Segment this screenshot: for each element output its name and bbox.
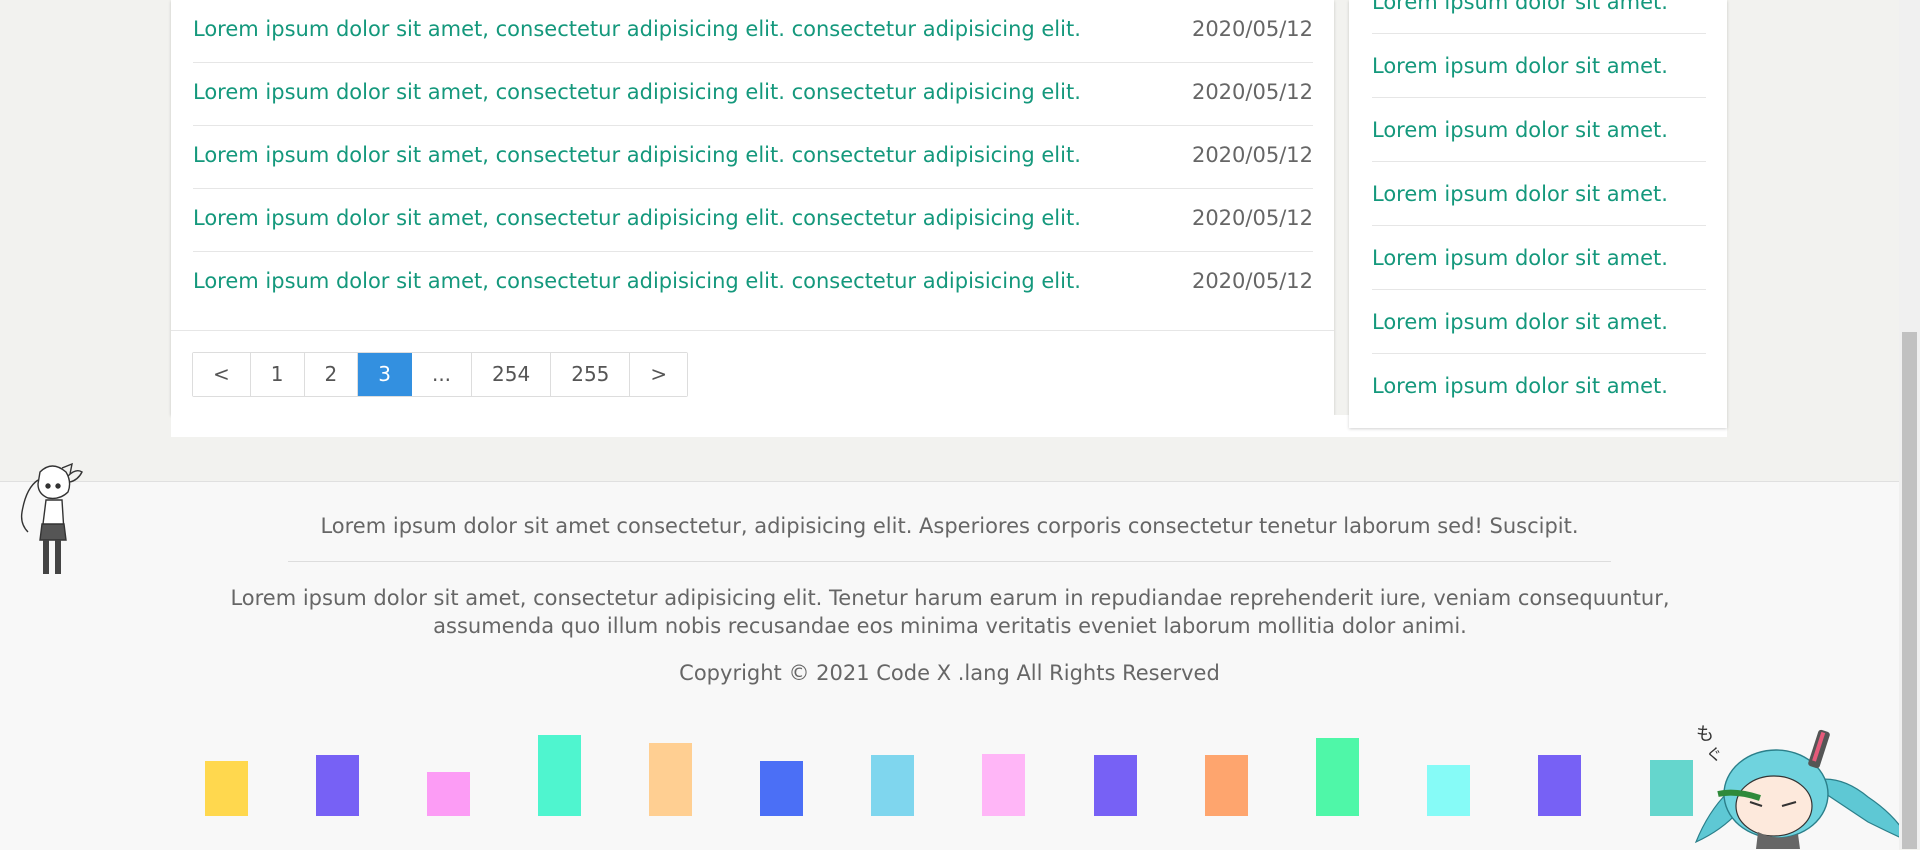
sidebar-link[interactable]: Lorem ipsum dolor sit amet. xyxy=(1372,54,1668,78)
site-footer: Lorem ipsum dolor sit amet consectetur, … xyxy=(0,481,1899,850)
article-title-link[interactable]: Lorem ipsum dolor sit amet, consectetur … xyxy=(193,17,1081,41)
page-ellipsis: ... xyxy=(411,353,473,396)
page-button-3-current[interactable]: 3 xyxy=(358,353,412,396)
color-bar xyxy=(1205,755,1248,816)
next-page-button[interactable]: > xyxy=(630,353,688,396)
article-date: 2020/05/12 xyxy=(1191,206,1313,230)
page-scrollbar-thumb[interactable] xyxy=(1902,332,1917,849)
pager-divider xyxy=(171,330,1334,331)
list-item: Lorem ipsum dolor sit amet, consectetur … xyxy=(193,0,1313,63)
color-bar xyxy=(538,735,581,816)
sidebar-link[interactable]: Lorem ipsum dolor sit amet. xyxy=(1372,0,1668,14)
color-bar xyxy=(427,772,470,816)
color-bar xyxy=(649,743,692,816)
svg-text:も: も xyxy=(1696,724,1714,745)
sidebar-link[interactable]: Lorem ipsum dolor sit amet. xyxy=(1372,374,1668,398)
page-button-1[interactable]: 1 xyxy=(250,353,305,396)
sidebar-list: Lorem ipsum dolor sit amet. Lorem ipsum … xyxy=(1372,0,1706,417)
prev-page-button[interactable]: < xyxy=(193,353,251,396)
sidebar-item: Lorem ipsum dolor sit amet. xyxy=(1372,0,1706,34)
list-item: Lorem ipsum dolor sit amet, consectetur … xyxy=(193,189,1313,252)
article-date: 2020/05/12 xyxy=(1191,17,1313,41)
decorative-color-bars xyxy=(0,482,1899,850)
chibi-miku-mascot-icon: も ぐ xyxy=(1694,724,1912,849)
article-date: 2020/05/12 xyxy=(1191,269,1313,293)
sidebar-item: Lorem ipsum dolor sit amet. xyxy=(1372,226,1706,290)
sidebar-link[interactable]: Lorem ipsum dolor sit amet. xyxy=(1372,246,1668,270)
page-button-255[interactable]: 255 xyxy=(551,353,631,396)
sidebar-link[interactable]: Lorem ipsum dolor sit amet. xyxy=(1372,310,1668,334)
color-bar xyxy=(1538,755,1581,816)
pagination: < 1 2 3 ... 254 255 > xyxy=(192,352,689,397)
list-item: Lorem ipsum dolor sit amet, consectetur … xyxy=(193,252,1313,314)
page-button-2[interactable]: 2 xyxy=(304,353,359,396)
sidebar-item: Lorem ipsum dolor sit amet. xyxy=(1372,162,1706,226)
color-bar xyxy=(760,761,803,816)
sidebar-link[interactable]: Lorem ipsum dolor sit amet. xyxy=(1372,182,1668,206)
article-title-link[interactable]: Lorem ipsum dolor sit amet, consectetur … xyxy=(193,80,1081,104)
article-title-link[interactable]: Lorem ipsum dolor sit amet, consectetur … xyxy=(193,206,1081,230)
list-item: Lorem ipsum dolor sit amet, consectetur … xyxy=(193,126,1313,189)
sidebar-item: Lorem ipsum dolor sit amet. xyxy=(1372,354,1706,417)
article-date: 2020/05/12 xyxy=(1191,143,1313,167)
sidebar-item: Lorem ipsum dolor sit amet. xyxy=(1372,98,1706,162)
article-title-link[interactable]: Lorem ipsum dolor sit amet, consectetur … xyxy=(193,143,1081,167)
svg-text:ぐ: ぐ xyxy=(1706,745,1722,764)
list-item: Lorem ipsum dolor sit amet, consectetur … xyxy=(193,63,1313,126)
color-bar xyxy=(1316,738,1359,816)
page-button-254[interactable]: 254 xyxy=(472,353,552,396)
article-list: Lorem ipsum dolor sit amet, consectetur … xyxy=(193,0,1313,314)
anime-girl-mascot-icon xyxy=(20,462,83,574)
sidebar-link[interactable]: Lorem ipsum dolor sit amet. xyxy=(1372,118,1668,142)
color-bar xyxy=(1094,755,1137,816)
sidebar-item: Lorem ipsum dolor sit amet. xyxy=(1372,290,1706,354)
color-bar xyxy=(205,761,248,816)
color-bar xyxy=(982,754,1025,816)
color-bar xyxy=(871,755,914,816)
color-bar xyxy=(1650,760,1693,816)
sidebar-card: Lorem ipsum dolor sit amet. Lorem ipsum … xyxy=(1349,0,1727,428)
sidebar-item: Lorem ipsum dolor sit amet. xyxy=(1372,34,1706,98)
article-list-card: Lorem ipsum dolor sit amet, consectetur … xyxy=(171,0,1334,415)
article-title-link[interactable]: Lorem ipsum dolor sit amet, consectetur … xyxy=(193,269,1081,293)
color-bar xyxy=(1427,765,1470,816)
color-bar xyxy=(316,755,359,816)
article-date: 2020/05/12 xyxy=(1191,80,1313,104)
